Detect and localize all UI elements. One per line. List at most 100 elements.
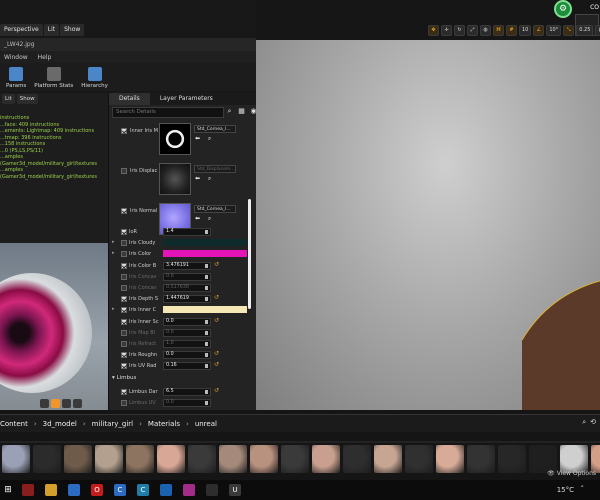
material-thumbnail[interactable] xyxy=(312,445,340,473)
param-checkbox[interactable] xyxy=(121,240,127,247)
params-button[interactable]: Params xyxy=(6,67,26,91)
expand-arrow-icon[interactable]: ▸ xyxy=(112,250,115,256)
mesh-preview-icon[interactable] xyxy=(73,399,82,408)
expand-arrow-icon[interactable]: ▸ xyxy=(112,239,115,245)
eye-icon[interactable]: ◉ xyxy=(249,107,256,117)
windows-start-icon[interactable]: ⊞ xyxy=(2,484,14,496)
param-value-field[interactable]: 0.0 xyxy=(163,351,211,360)
param-checkbox[interactable] xyxy=(121,229,127,235)
scale-size[interactable]: 0.25 xyxy=(576,24,594,36)
param-value-field[interactable]: 0.0 xyxy=(163,272,211,281)
param-checkbox[interactable] xyxy=(121,329,127,336)
param-value-field[interactable]: 1.447619 xyxy=(163,295,211,304)
winrar-icon[interactable] xyxy=(183,484,195,496)
material-thumbnail[interactable] xyxy=(95,445,123,473)
hierarchy-button[interactable]: Hierarchy xyxy=(81,67,108,91)
material-thumbnail[interactable] xyxy=(591,445,600,473)
color-swatch[interactable] xyxy=(163,306,247,314)
material-thumbnail[interactable] xyxy=(126,445,154,473)
tray-chevron-icon[interactable]: ˄ xyxy=(581,485,585,493)
world-icon[interactable]: ◍ xyxy=(480,24,491,36)
lit-tab[interactable]: Lit xyxy=(43,24,60,36)
param-value-field[interactable]: 0.517638 xyxy=(163,284,211,292)
material-thumbnail[interactable] xyxy=(188,445,216,473)
reset-to-default-icon[interactable]: ↺ xyxy=(214,361,219,368)
reset-to-default-icon[interactable]: ↺ xyxy=(214,387,219,394)
plane-preview-icon[interactable] xyxy=(62,399,71,408)
view-options-button[interactable]: 👁 View Options xyxy=(547,470,596,477)
scale-icon[interactable]: ⤢ xyxy=(467,24,478,36)
param-value-field[interactable]: 0.0 xyxy=(163,328,211,337)
c-app2-icon[interactable]: C xyxy=(137,484,149,496)
surface-snap-icon[interactable]: ⌘ xyxy=(493,24,504,36)
asset-action-icons[interactable]: ⬅ ⌕ xyxy=(195,175,214,183)
cube-preview-icon[interactable] xyxy=(51,399,60,408)
reset-to-default-icon[interactable]: ↺ xyxy=(214,294,219,301)
material-thumbnail[interactable] xyxy=(219,445,247,473)
breadcrumb-item[interactable]: Content xyxy=(0,420,28,428)
param-value-field[interactable]: 0.0 xyxy=(163,317,211,326)
weather-temperature[interactable]: 15°C xyxy=(557,486,574,494)
param-checkbox[interactable] xyxy=(121,168,127,174)
param-checkbox[interactable] xyxy=(121,285,127,291)
platform-stats-button[interactable]: Platform Stats xyxy=(34,67,73,91)
material-thumbnail[interactable] xyxy=(529,445,557,473)
grid-view-icon[interactable]: ▦ xyxy=(237,107,246,117)
material-window-titlebar[interactable]: _LW42.jpg xyxy=(0,38,256,51)
chrome-icon[interactable] xyxy=(68,484,80,496)
expand-arrow-icon[interactable]: ▸ xyxy=(112,306,115,312)
param-checkbox[interactable] xyxy=(121,341,127,347)
param-checkbox[interactable] xyxy=(121,318,127,325)
param-checkbox[interactable] xyxy=(121,251,127,258)
param-value-field[interactable]: 3.476191 xyxy=(163,261,211,270)
history-icon[interactable]: ⟲ xyxy=(590,418,596,427)
param-value-field[interactable]: 6.5 xyxy=(163,387,211,396)
settings-badge-icon[interactable]: ⚙ xyxy=(554,0,572,18)
asset-action-icons[interactable]: ⬅ ⌕ xyxy=(195,135,214,143)
texture-asset-dropdown[interactable]: Std_Displacem... xyxy=(194,165,236,173)
material-thumbnail[interactable] xyxy=(343,445,371,473)
gallery-icon[interactable] xyxy=(160,484,172,496)
material-thumbnail[interactable] xyxy=(281,445,309,473)
app-icon[interactable] xyxy=(206,484,218,496)
menu-window[interactable]: Window xyxy=(4,54,28,61)
material-thumbnail[interactable] xyxy=(250,445,278,473)
param-value-field[interactable]: 0.16 xyxy=(163,362,211,371)
limbus-section-header[interactable]: ▾ Limbus xyxy=(112,375,136,381)
opera-icon[interactable]: O xyxy=(91,484,103,496)
material-thumbnail[interactable] xyxy=(33,445,61,473)
material-thumbnail[interactable] xyxy=(2,445,30,473)
preview-lit-button[interactable]: Lit xyxy=(2,94,15,104)
param-value-field[interactable]: 0.0 xyxy=(163,398,211,407)
camera-speed-icon[interactable]: ▣ xyxy=(595,24,600,36)
show-tab[interactable]: Show xyxy=(60,24,85,36)
param-checkbox[interactable] xyxy=(121,307,127,314)
param-checkbox[interactable] xyxy=(121,128,127,134)
material-thumbnail[interactable] xyxy=(498,445,526,473)
breadcrumb-item[interactable]: unreal xyxy=(195,420,217,428)
param-checkbox[interactable] xyxy=(121,273,127,280)
scale-snap-icon[interactable]: ⤡ xyxy=(563,24,575,36)
param-checkbox[interactable] xyxy=(121,296,127,303)
material-thumbnail[interactable] xyxy=(560,445,588,473)
file-explorer-icon[interactable] xyxy=(45,484,57,496)
texture-thumbnail[interactable] xyxy=(159,123,191,155)
material-preview-pane[interactable]: Lit Show instructions ...face: 409 instr… xyxy=(0,93,108,410)
angle-size[interactable]: 10° xyxy=(546,24,562,36)
material-thumbnail[interactable] xyxy=(436,445,464,473)
breadcrumb-item[interactable]: 3d_model xyxy=(43,420,77,428)
move-icon[interactable]: ✛ xyxy=(441,24,452,36)
asset-action-icons[interactable]: ⬅ ⌕ xyxy=(195,215,214,223)
reset-to-default-icon[interactable]: ↺ xyxy=(214,350,219,357)
param-checkbox[interactable] xyxy=(121,363,127,370)
param-checkbox[interactable] xyxy=(121,388,127,395)
grid-snap-icon[interactable]: # xyxy=(506,24,517,36)
breadcrumb-item[interactable]: military_girl xyxy=(92,420,133,428)
details-search-input[interactable]: Search Details xyxy=(112,107,224,118)
param-checkbox[interactable] xyxy=(121,208,127,214)
material-thumbnail[interactable] xyxy=(157,445,185,473)
sphere-preview-icon[interactable] xyxy=(40,399,49,408)
reset-to-default-icon[interactable]: ↺ xyxy=(214,317,219,324)
c-app-icon[interactable]: C xyxy=(114,484,126,496)
param-checkbox[interactable] xyxy=(121,399,127,406)
